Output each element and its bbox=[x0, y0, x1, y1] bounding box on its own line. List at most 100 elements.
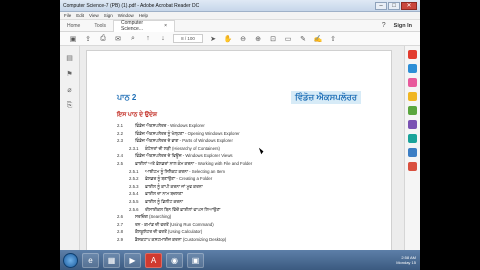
document-view[interactable]: ਪਾਠ 2 ਵਿੰਡੋਜ਼ ਐਕਸਪਲੋਰਰ ਇਸ ਪਾਠ ਦੇ ਉਦੇਸ਼ 2… bbox=[80, 46, 404, 250]
taskbar-acrobat-icon[interactable]: A bbox=[145, 252, 162, 268]
objective-text: ਰੀਸਾਈਕਲ ਬਿਨ ਵਿੱਚੋਂ ਫ਼ਾਈਲਾਂ ਵਾਪਸ ਲਿਆਉਣਾ bbox=[145, 206, 221, 212]
objective-item: 2.1 ਵਿੰਡੋਜ਼ ਐਕਸਪਲੋਰਰ - Windows Explorer bbox=[117, 122, 361, 130]
objective-number: 2.5.3 bbox=[129, 183, 139, 189]
chapter-header: ਪਾਠ 2 ਵਿੰਡੋਜ਼ ਐਕਸਪਲੋਰਰ bbox=[117, 91, 361, 104]
tab-close-icon[interactable]: × bbox=[164, 23, 167, 29]
objective-text: ਕੈਲਕੂਲੇਟਰ ਦੀ ਵਰਤੋਂ (Using Calculator) bbox=[135, 229, 203, 235]
bookmarks-icon[interactable]: ⚑ bbox=[66, 70, 72, 78]
tab-document[interactable]: Computer Science... × bbox=[113, 19, 176, 32]
objective-number: 2.3.1 bbox=[129, 145, 139, 151]
objective-text: ਵਿੰਡੋਜ਼ ਐਕਸਪਲੋਰਰ ਨੂੰ ਖੋਲ੍ਹਣਾ - Opening W… bbox=[135, 130, 240, 136]
attachments-icon[interactable]: ⌀ bbox=[67, 86, 71, 94]
objective-item: 2.7 ਰਨ - ਕਮਾਂਡ ਦੀ ਵਰਤੋਂ (Using Run Comman… bbox=[117, 221, 361, 229]
taskbar-media-icon[interactable]: ▶ bbox=[124, 252, 141, 268]
sign-in-button[interactable]: Sign In bbox=[394, 23, 412, 29]
print-icon[interactable]: ⎙ bbox=[98, 35, 108, 43]
organize-pages-icon[interactable] bbox=[408, 120, 417, 129]
fit-page-icon[interactable]: ⊡ bbox=[268, 35, 278, 43]
page-thumbnails-icon[interactable]: ▤ bbox=[66, 54, 73, 62]
email-icon[interactable]: ✉ bbox=[113, 35, 123, 43]
fill-sign-icon[interactable] bbox=[408, 134, 417, 143]
objective-item: 2.5.2 ਫ਼ੋਲਡਰ ਨੂੰ ਬਣਾਉਣਾ - Creating a Fold… bbox=[117, 175, 361, 183]
objective-text: ਫ਼ਾਈਲ ਨੂੰ ਕਾਪੀ ਕਰਨਾ ਜਾਂ ਮੂਵ ਕਰਨਾ bbox=[145, 183, 203, 189]
send-review-icon[interactable] bbox=[408, 148, 417, 157]
objective-text: ਆਈਟਮ ਨੂੰ ਸਿਲੈਕਟ ਕਰਨਾ - Selecting an Item bbox=[145, 168, 225, 174]
taskbar-chrome-icon[interactable]: ◉ bbox=[166, 252, 183, 268]
zoom-out-icon[interactable]: ⊖ bbox=[238, 35, 248, 43]
menu-sign[interactable]: Sign bbox=[104, 13, 113, 18]
minimize-button[interactable]: – bbox=[375, 1, 387, 10]
objective-number: 2.5.4 bbox=[129, 191, 139, 197]
menu-edit[interactable]: Edit bbox=[76, 13, 84, 18]
pen-icon[interactable]: ✎ bbox=[298, 35, 308, 43]
objective-number: 2.8 bbox=[117, 229, 123, 235]
objective-text: ਫ਼ੋਲਡਰ ਨੂੰ ਬਣਾਉਣਾ - Creating a Folder bbox=[145, 176, 213, 182]
taskbar-ie-icon[interactable]: e bbox=[82, 252, 99, 268]
objective-number: 2.1 bbox=[117, 123, 123, 128]
objective-item: 2.5.5 ਫ਼ਾਈਲ ਨੂੰ ਡਿਲੀਟ ਕਰਨਾ bbox=[117, 198, 361, 206]
objective-text: ਫ਼ਾਈਲ ਦਾ ਨਾਮ ਬਦਲਣਾ bbox=[145, 191, 183, 197]
export-pdf-icon[interactable] bbox=[408, 50, 417, 59]
objective-number: 2.6 bbox=[117, 214, 123, 220]
objective-text: ਕੰਟੇਨਰਾਂ ਦੀ ਲੜੀ (Hierarchy of Containers… bbox=[145, 145, 220, 151]
chapter-number: ਪਾਠ 2 bbox=[117, 92, 137, 102]
menu-window[interactable]: Window bbox=[118, 13, 134, 18]
create-pdf-icon[interactable] bbox=[408, 64, 417, 73]
search-icon[interactable]: ⌕ bbox=[128, 35, 138, 43]
objective-number: 2.5.5 bbox=[129, 198, 139, 204]
menu-help[interactable]: Help bbox=[139, 13, 148, 18]
objective-text: ਰਨ - ਕਮਾਂਡ ਦੀ ਵਰਤੋਂ (Using Run Command) bbox=[135, 221, 214, 227]
objective-text: ਫ਼ਾਈਲਾਂ ਅਤੇ ਫ਼ੋਲਡਰਾਂ ਨਾਲ ਕੰਮ ਕਰਨਾ - Work… bbox=[135, 160, 253, 166]
toolbar: ▣ ⇪ ⎙ ✉ ⌕ ↑ ↓ 8 / 100 ➤ ✋ ⊖ ⊕ ⊡ ▭ ✎ ✍ ⇧ bbox=[60, 32, 420, 46]
zoom-in-icon[interactable]: ⊕ bbox=[253, 35, 263, 43]
tab-document-label: Computer Science... bbox=[121, 20, 143, 32]
objective-number: 2.2 bbox=[117, 130, 123, 136]
chapter-title: ਵਿੰਡੋਜ਼ ਐਕਸਪਲੋਰਰ bbox=[291, 91, 361, 104]
objective-number: 2.5.2 bbox=[129, 176, 139, 182]
layers-icon[interactable]: ⎘ bbox=[67, 102, 73, 110]
tab-tools[interactable]: Tools bbox=[87, 20, 113, 32]
hand-tool-icon[interactable]: ✋ bbox=[223, 35, 233, 43]
page-up-icon[interactable]: ↑ bbox=[143, 35, 153, 42]
combine-files-icon[interactable] bbox=[408, 106, 417, 115]
objectives-heading: ਇਸ ਪਾਠ ਦੇ ਉਦੇਸ਼ bbox=[117, 112, 158, 118]
objective-text: ਵਿੰਡੋਜ਼ ਐਕਸਪਲੋਰਰ ਦੇ ਭਾਗ - Parts of Windo… bbox=[135, 138, 233, 144]
help-icon[interactable]: ? bbox=[382, 22, 386, 29]
system-clock[interactable]: 2:58 AM Monday 15 bbox=[396, 255, 416, 265]
save-icon[interactable]: ▣ bbox=[68, 35, 78, 43]
screen: Computer Science-7 (PB) (1).pdf - Adobe … bbox=[60, 0, 420, 270]
windows-taskbar: e ▦ ▶ A ◉ ▣ 2:58 AM Monday 15 bbox=[60, 250, 420, 270]
sign-icon[interactable]: ✍ bbox=[313, 35, 323, 43]
objective-number: 2.9 bbox=[117, 236, 123, 242]
menu-file[interactable]: File bbox=[64, 13, 71, 18]
taskbar-app-icon[interactable]: ▣ bbox=[187, 252, 204, 268]
page-number-field[interactable]: 8 / 100 bbox=[173, 34, 203, 43]
comment-icon[interactable]: ▭ bbox=[283, 35, 293, 43]
objectives-list: 2.1 ਵਿੰਡੋਜ਼ ਐਕਸਪਲੋਰਰ - Windows Explorer 2.… bbox=[117, 122, 361, 244]
pdf-page: ਪਾਠ 2 ਵਿੰਡੋਜ਼ ਐਕਸਪਲੋਰਰ ਇਸ ਪਾਠ ਦੇ ਉਦੇਸ਼ 2… bbox=[86, 50, 392, 250]
close-button[interactable]: ✕ bbox=[401, 1, 417, 10]
start-button[interactable] bbox=[63, 252, 78, 268]
comment-tool-icon[interactable] bbox=[408, 92, 417, 101]
objective-number: 2.7 bbox=[117, 221, 123, 227]
objective-item: 2.5 ਫ਼ਾਈਲਾਂ ਅਤੇ ਫ਼ੋਲਡਰਾਂ ਨਾਲ ਕੰਮ ਕਰਨਾ - W… bbox=[117, 160, 361, 168]
share-icon[interactable]: ⇧ bbox=[328, 35, 338, 43]
upload-icon[interactable]: ⇪ bbox=[83, 35, 93, 43]
protect-icon[interactable] bbox=[408, 162, 417, 171]
objective-item: 2.5.1 ਆਈਟਮ ਨੂੰ ਸਿਲੈਕਟ ਕਰਨਾ - Selecting an… bbox=[117, 168, 361, 176]
cursor-tool-icon[interactable]: ➤ bbox=[208, 35, 218, 43]
page-down-icon[interactable]: ↓ bbox=[158, 35, 168, 42]
objective-item: 2.5.6 ਰੀਸਾਈਕਲ ਬਿਨ ਵਿੱਚੋਂ ਫ਼ਾਈਲਾਂ ਵਾਪਸ ਲਿਆ… bbox=[117, 206, 361, 214]
objective-number: 2.5 bbox=[117, 160, 123, 166]
menu-view[interactable]: View bbox=[89, 13, 99, 18]
objective-number: 2.5.1 bbox=[129, 168, 139, 174]
taskbar-folder-icon[interactable]: ▦ bbox=[103, 252, 120, 268]
objective-text: ਫ਼ਾਈਲ ਨੂੰ ਡਿਲੀਟ ਕਰਨਾ bbox=[145, 198, 183, 204]
maximize-button[interactable]: □ bbox=[388, 1, 400, 10]
objective-item: 2.9 ਡੈਸਕਟਾਪ ਕਸਟਮਾਈਜ਼ ਕਰਨਾ (Customizing De… bbox=[117, 236, 361, 244]
window-titlebar[interactable]: Computer Science-7 (PB) (1).pdf - Adobe … bbox=[60, 0, 420, 12]
tab-home[interactable]: Home bbox=[60, 20, 87, 32]
objective-text: ਡੈਸਕਟਾਪ ਕਸਟਮਾਈਜ਼ ਕਰਨਾ (Customizing Deskt… bbox=[135, 236, 227, 242]
objective-text: ਵਿੰਡੋਜ਼ ਐਕਸਪਲੋਰਰ - Windows Explorer bbox=[135, 123, 205, 128]
edit-pdf-icon[interactable] bbox=[408, 78, 417, 87]
